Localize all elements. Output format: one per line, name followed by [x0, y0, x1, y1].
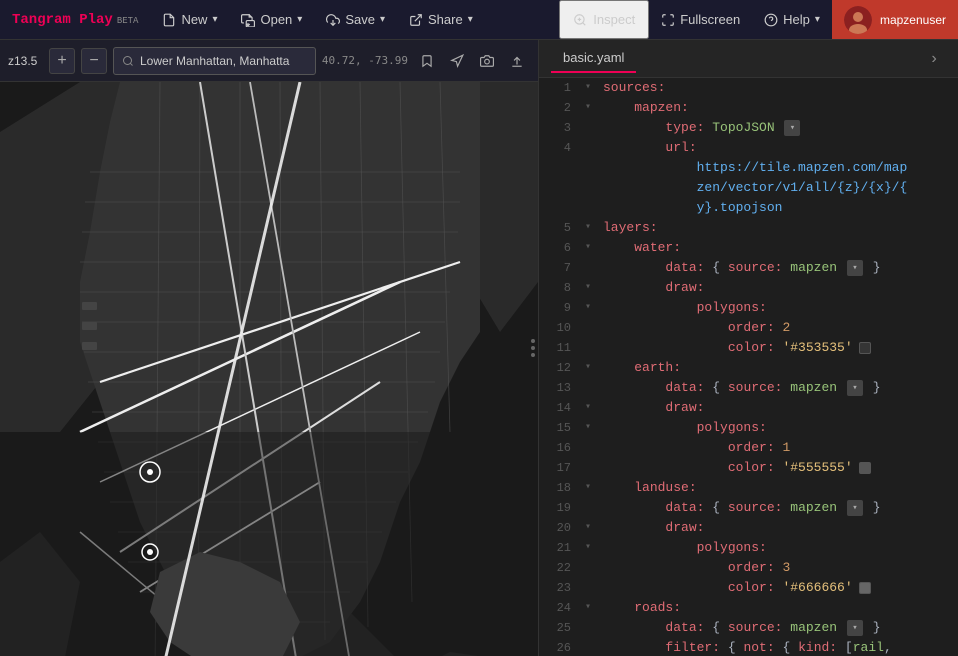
code-line-15: 15 ▾ polygons: [539, 418, 958, 438]
code-line-21: 21 ▾ polygons: [539, 538, 958, 558]
code-line-13: 13 data: { source: mapzen ▾ } [539, 378, 958, 398]
code-line-20: 20 ▾ draw: [539, 518, 958, 538]
locate-button[interactable] [444, 48, 470, 74]
bookmark-button[interactable] [414, 48, 440, 74]
code-line-3: 3 type: TopoJSON ▾ [539, 118, 958, 138]
zoom-out-button[interactable]: − [81, 48, 107, 74]
code-line-6: 6 ▾ water: [539, 238, 958, 258]
search-icon [122, 55, 134, 67]
share-caret: ▾ [468, 14, 473, 25]
camera-button[interactable] [474, 48, 500, 74]
beta-badge: BETA [117, 16, 139, 26]
code-line-12: 12 ▾ earth: [539, 358, 958, 378]
code-line-24: 24 ▾ roads: [539, 598, 958, 618]
code-line-5: 5 ▾ layers: [539, 218, 958, 238]
code-line-8: 8 ▾ draw: [539, 278, 958, 298]
editor-toggle[interactable]: › [922, 47, 946, 71]
save-button[interactable]: Save ▾ [314, 0, 397, 39]
code-line-9: 9 ▾ polygons: [539, 298, 958, 318]
help-button[interactable]: Help ▾ [752, 0, 832, 39]
code-line-23: 23 color: '#666666' [539, 578, 958, 598]
code-line-url2: zen/vector/v1/all/{z}/{x}/{ [539, 178, 958, 198]
topbar: Tangram Play BETA New ▾ Open ▾ Save ▾ Sh… [0, 0, 958, 40]
editor-header: basic.yaml › [539, 40, 958, 78]
zoom-level: z13.5 [8, 54, 43, 68]
code-line-14: 14 ▾ draw: [539, 398, 958, 418]
code-line-19: 19 data: { source: mapzen ▾ } [539, 498, 958, 518]
code-line-2: 2 ▾ mapzen: [539, 98, 958, 118]
open-caret: ▾ [297, 14, 302, 25]
map-toolbar: z13.5 + − 40.72, -73.99 [0, 40, 538, 82]
code-line-url1: https://tile.mapzen.com/map [539, 158, 958, 178]
code-line-18: 18 ▾ landuse: [539, 478, 958, 498]
code-line-26: 26 filter: { not: { kind: [rail, [539, 638, 958, 656]
fullscreen-button[interactable]: Fullscreen [649, 0, 752, 39]
open-button[interactable]: Open ▾ [229, 0, 314, 39]
search-box[interactable] [113, 47, 316, 75]
resize-dots [531, 339, 535, 357]
color-swatch-555555[interactable] [859, 462, 871, 474]
map-canvas[interactable] [0, 82, 538, 656]
map-area: z13.5 + − 40.72, -73.99 [0, 40, 538, 656]
code-line-1: 1 ▾ sources: [539, 78, 958, 98]
color-swatch-353535[interactable] [859, 342, 871, 354]
resize-handle[interactable] [528, 40, 538, 656]
share-button[interactable]: Share ▾ [397, 0, 485, 39]
zoom-in-button[interactable]: + [49, 48, 75, 74]
color-swatch-666666[interactable] [859, 582, 871, 594]
logo-text: Tangram Play [12, 12, 113, 28]
map-coords: 40.72, -73.99 [322, 54, 408, 67]
code-line-7: 7 data: { source: mapzen ▾ } [539, 258, 958, 278]
code-content[interactable]: 1 ▾ sources: 2 ▾ mapzen: 3 type: TopoJSO… [539, 78, 958, 656]
code-line-17: 17 color: '#555555' [539, 458, 958, 478]
inspect-button[interactable]: Inspect [559, 0, 649, 39]
code-line-10: 10 order: 2 [539, 318, 958, 338]
search-input[interactable] [140, 54, 307, 68]
code-line-25: 25 data: { source: mapzen ▾ } [539, 618, 958, 638]
user-menu[interactable]: mapzenuser [832, 0, 958, 39]
new-caret: ▾ [212, 14, 217, 25]
code-line-url3: y}.topojson [539, 198, 958, 218]
main-layout: z13.5 + − 40.72, -73.99 [0, 40, 958, 656]
upload-button[interactable] [504, 48, 530, 74]
help-caret: ▾ [815, 14, 820, 25]
code-line-16: 16 order: 1 [539, 438, 958, 458]
code-editor: basic.yaml › 1 ▾ sources: 2 ▾ mapzen: 3 [538, 40, 958, 656]
code-line-11: 11 color: '#353535' [539, 338, 958, 358]
avatar [844, 6, 872, 34]
save-caret: ▾ [380, 14, 385, 25]
new-button[interactable]: New ▾ [150, 0, 229, 39]
map-action-buttons [414, 48, 530, 74]
username: mapzenuser [880, 13, 946, 27]
app-logo: Tangram Play BETA [0, 12, 150, 28]
code-line-22: 22 order: 3 [539, 558, 958, 578]
map-visualization [0, 82, 538, 656]
file-tab[interactable]: basic.yaml [551, 44, 636, 73]
code-line-4: 4 url: [539, 138, 958, 158]
